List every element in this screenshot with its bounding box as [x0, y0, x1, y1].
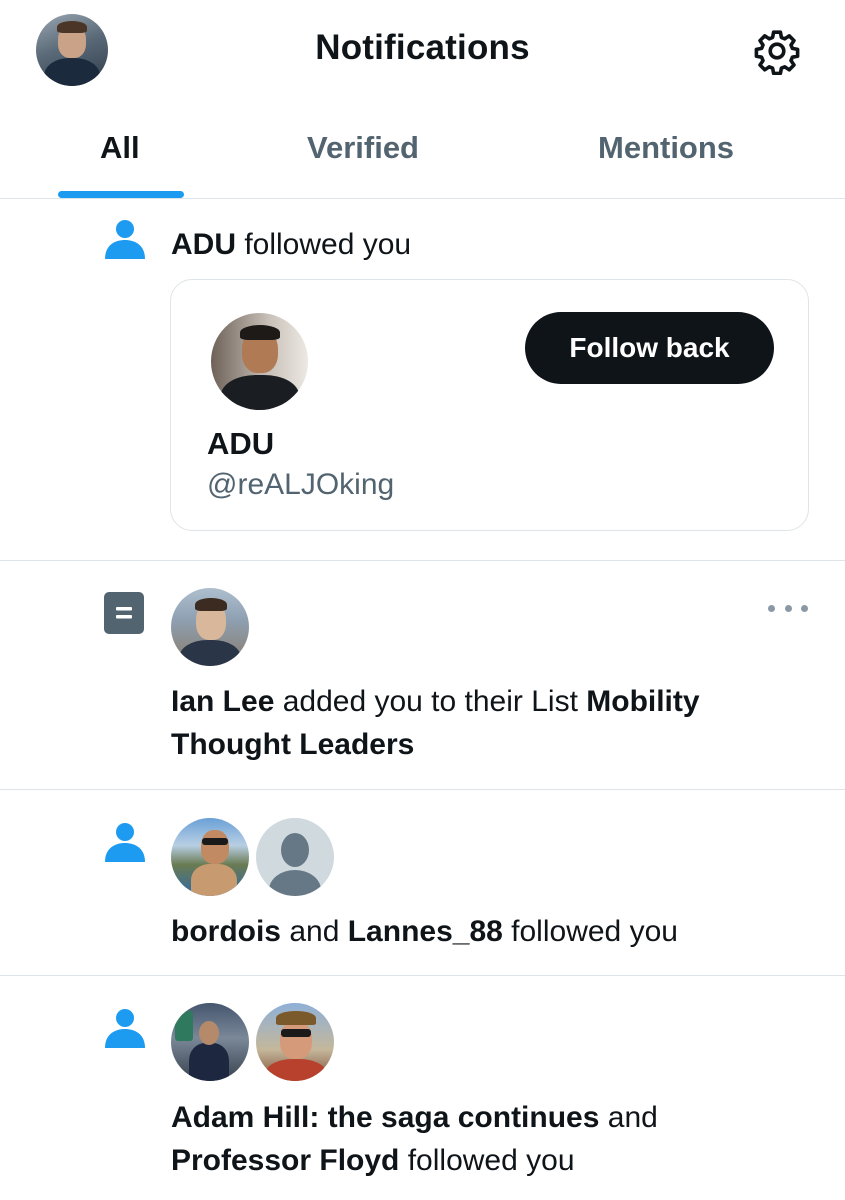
avatar[interactable] [256, 1003, 334, 1081]
page-title: Notifications [315, 28, 530, 67]
more-horizontal-icon[interactable] [768, 597, 808, 619]
notification-item[interactable]: Ian Lee added you to their List Mobility… [0, 561, 845, 790]
actor-name[interactable]: Lannes_88 [348, 915, 503, 948]
user-display-name: ADU [207, 426, 275, 461]
avatar[interactable] [171, 818, 249, 896]
actor-name[interactable]: Adam Hill: the saga continues [171, 1101, 599, 1134]
person-icon [105, 220, 145, 259]
avatar[interactable] [171, 1003, 249, 1081]
actor-name[interactable]: ADU [171, 228, 236, 261]
notification-item[interactable]: Adam Hill: the saga continues and Profes… [0, 976, 845, 1200]
tab-mentions[interactable]: Mentions [598, 130, 734, 166]
notification-item[interactable]: ADU followed you Follow back ADU @reALJO… [0, 199, 845, 561]
avatar[interactable] [211, 313, 308, 410]
follow-back-button[interactable]: Follow back [525, 312, 774, 384]
person-icon [105, 823, 145, 862]
user-handle: @reALJOking [207, 468, 395, 501]
notification-text: bordois and Lannes_88 followed you [171, 915, 678, 948]
tab-verified[interactable]: Verified [307, 130, 419, 166]
gear-icon[interactable] [752, 26, 802, 76]
notifications-screen: Notifications All Verified Mentions ADU … [0, 0, 845, 1200]
avatar[interactable] [171, 588, 249, 666]
list-icon [104, 592, 144, 634]
default-avatar[interactable] [256, 818, 334, 896]
actor-name[interactable]: Professor Floyd [171, 1144, 399, 1177]
tab-bar: All Verified Mentions [0, 100, 845, 199]
actor-name[interactable]: Ian Lee [171, 685, 274, 718]
notification-text: ADU followed you [171, 228, 412, 261]
notification-item[interactable]: bordois and Lannes_88 followed you [0, 790, 845, 976]
notification-text: Adam Hill: the saga continues and Profes… [171, 1101, 658, 1177]
actor-name[interactable]: bordois [171, 915, 281, 948]
user-card[interactable]: Follow back ADU @reALJOking [170, 279, 809, 531]
top-bar: Notifications [0, 0, 845, 100]
active-tab-indicator [58, 191, 184, 198]
person-icon [105, 1009, 145, 1048]
tab-all[interactable]: All [100, 130, 140, 166]
notification-text: Ian Lee added you to their List Mobility… [171, 685, 700, 761]
